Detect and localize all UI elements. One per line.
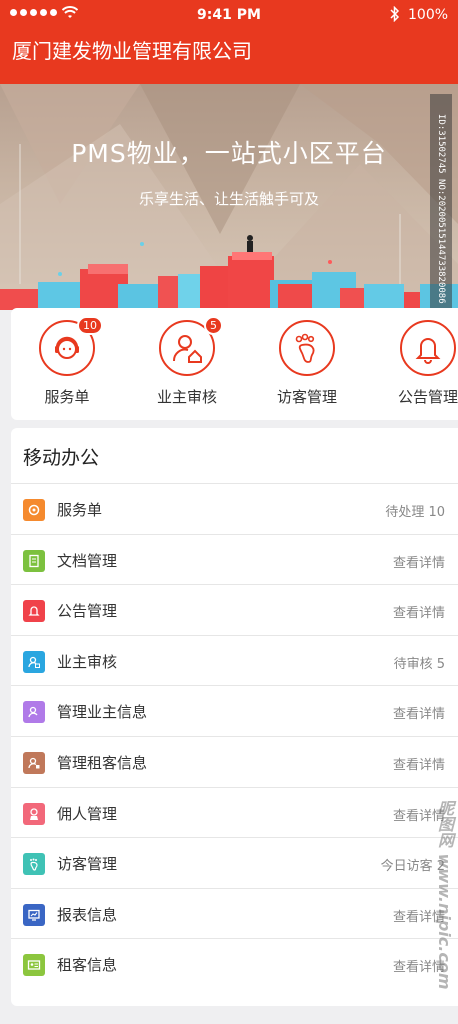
service-icon: [23, 499, 45, 521]
list-item-label: 访客管理: [57, 855, 118, 874]
list-item-document-management[interactable]: 文档管理 查看详情: [11, 535, 458, 586]
quick-label: 公告管理: [397, 388, 458, 406]
app-header: 厦门建发物业管理有限公司: [0, 32, 458, 84]
list-item-label: 服务单: [57, 501, 103, 519]
list-item-tenant-info[interactable]: 租客信息 查看详情: [11, 939, 458, 990]
list-item-label: 佣人管理: [57, 804, 118, 823]
footprint-icon: [279, 320, 335, 376]
document-icon: [23, 549, 45, 572]
list-item-status: 待处理 10: [385, 505, 445, 520]
list-item-status: 查看详情: [392, 707, 445, 723]
banner-subline: 乐享生活、让生活触手可及: [138, 190, 319, 208]
tenant-info-icon: [23, 751, 45, 774]
page-title: 厦门建发物业管理有限公司: [12, 39, 252, 63]
banner-headline: PMS物业，一站式小区平台: [71, 139, 387, 168]
owner-home-icon: 5: [159, 316, 223, 376]
list-item-status: 查看详情: [392, 555, 445, 571]
maid-icon: [23, 802, 45, 825]
quick-label: 服务单: [44, 388, 90, 406]
battery-level: 100%: [408, 7, 449, 23]
quick-actions: 10 服务单 5 业主审核 访客管理 公告管理: [11, 308, 458, 420]
quick-label: 访客管理: [276, 388, 337, 406]
list-item-owner-review[interactable]: 业主审核 待审核 5: [11, 636, 458, 687]
list-item-owner-info[interactable]: 管理业主信息 查看详情: [11, 686, 458, 737]
hero-banner: PMS物业，一站式小区平台 乐享生活、让生活触手可及 ID:31502745 N…: [0, 84, 458, 310]
quick-badge: 10: [77, 316, 103, 335]
quick-announcement-management[interactable]: 公告管理: [373, 320, 458, 407]
list-item-label: 公告管理: [57, 602, 118, 621]
owner-info-icon: [23, 701, 45, 724]
list-item-reports[interactable]: 报表信息 查看详情: [11, 889, 458, 940]
list-item-service-orders[interactable]: 服务单 待处理 10: [11, 484, 458, 535]
list-item-announcement-management[interactable]: 公告管理 查看详情: [11, 585, 458, 636]
quick-label: 业主审核: [156, 388, 217, 406]
quick-owner-review[interactable]: 5 业主审核: [132, 316, 242, 407]
footprint-icon: [23, 853, 45, 876]
report-icon: [23, 903, 45, 926]
mobile-office-list: 移动办公 服务单 待处理 10 文档管理 查看详情 公告管理 查看详情 业主审核…: [11, 428, 458, 1006]
list-item-visitor-management[interactable]: 访客管理 今日访客 2: [11, 838, 458, 889]
list-item-tenant-info-management[interactable]: 管理租客信息 查看详情: [11, 737, 458, 788]
section-title: 移动办公: [11, 428, 458, 484]
image-id-watermark: ID:31502745 NO:20200515144733820086: [430, 94, 452, 310]
status-bar: 9:41 PM 100%: [0, 0, 458, 32]
list-item-status: 查看详情: [392, 757, 445, 773]
owner-icon: [23, 650, 45, 673]
list-item-maid-management[interactable]: 佣人管理 查看详情: [11, 788, 458, 839]
list-item-label: 业主审核: [57, 652, 118, 671]
quick-service-orders[interactable]: 10 服务单: [12, 316, 122, 407]
list-item-label: 管理租客信息: [57, 753, 148, 772]
site-watermark: 昵图网 www.nipic.com: [435, 800, 454, 990]
bluetooth-icon: [390, 5, 400, 26]
tenant-card-icon: [23, 954, 45, 977]
quick-visitor-management[interactable]: 访客管理: [252, 320, 362, 407]
list-item-label: 管理业主信息: [57, 703, 148, 722]
list-item-status: 查看详情: [392, 606, 445, 622]
list-item-label: 报表信息: [57, 905, 118, 924]
list-item-label: 文档管理: [57, 551, 118, 570]
bell-icon: [400, 320, 456, 376]
list-item-label: 租客信息: [57, 956, 118, 975]
bell-icon: [23, 600, 45, 623]
list-item-status: 待审核 5: [393, 656, 445, 672]
customer-service-icon: 10: [39, 316, 103, 376]
quick-badge: 5: [204, 316, 223, 335]
